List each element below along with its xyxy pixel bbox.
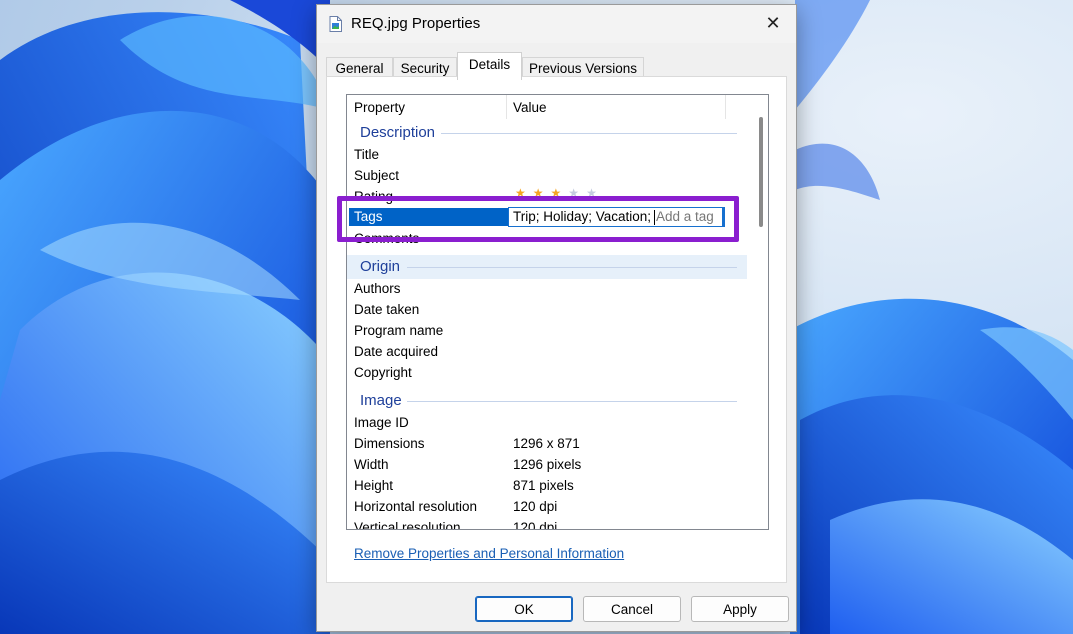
group-origin[interactable]: Origin xyxy=(347,255,747,279)
group-divider xyxy=(407,267,737,268)
property-copyright[interactable]: Copyright xyxy=(354,365,412,380)
value-horizontal-resolution: 120 dpi xyxy=(513,499,558,514)
group-label: Origin xyxy=(360,258,401,275)
details-panel: Property Value Description Title Subject… xyxy=(326,76,787,583)
cancel-button[interactable]: Cancel xyxy=(583,596,681,622)
ok-button[interactable]: OK xyxy=(475,596,573,622)
property-subject[interactable]: Subject xyxy=(354,168,399,183)
property-authors[interactable]: Authors xyxy=(354,281,401,296)
close-icon: ✕ xyxy=(765,12,781,33)
tab-details[interactable]: Details xyxy=(457,52,522,80)
group-image[interactable]: Image xyxy=(347,389,747,413)
value-vertical-resolution: 120 dpi xyxy=(513,520,558,530)
property-title[interactable]: Title xyxy=(354,147,379,162)
property-dimensions[interactable]: Dimensions xyxy=(354,436,425,451)
vertical-scrollbar[interactable] xyxy=(752,95,768,529)
column-value[interactable]: Value xyxy=(513,100,547,115)
value-dimensions: 1296 x 871 xyxy=(513,436,580,451)
remove-properties-link[interactable]: Remove Properties and Personal Informati… xyxy=(354,546,624,561)
group-divider xyxy=(441,133,737,134)
column-header: Property Value xyxy=(347,95,752,119)
group-description[interactable]: Description xyxy=(347,121,747,145)
property-horizontal-resolution[interactable]: Horizontal resolution xyxy=(354,499,477,514)
annotation-highlight-box xyxy=(337,196,739,242)
property-program-name[interactable]: Program name xyxy=(354,323,443,338)
column-divider[interactable] xyxy=(725,95,726,119)
properties-dialog: REQ.jpg Properties ✕ General Security De… xyxy=(316,4,797,632)
property-image-id[interactable]: Image ID xyxy=(354,415,409,430)
window-title: REQ.jpg Properties xyxy=(351,15,481,32)
apply-button[interactable]: Apply xyxy=(691,596,789,622)
value-height: 871 pixels xyxy=(513,478,574,493)
group-label: Description xyxy=(360,124,436,141)
property-width[interactable]: Width xyxy=(354,457,389,472)
value-width: 1296 pixels xyxy=(513,457,582,472)
group-label: Image xyxy=(360,392,402,409)
column-property[interactable]: Property xyxy=(354,100,405,115)
group-divider xyxy=(407,401,737,402)
property-list[interactable]: Property Value Description Title Subject… xyxy=(346,94,769,530)
property-date-taken[interactable]: Date taken xyxy=(354,302,419,317)
image-file-icon xyxy=(329,16,342,32)
scrollbar-thumb[interactable] xyxy=(759,117,763,227)
property-height[interactable]: Height xyxy=(354,478,393,493)
property-date-acquired[interactable]: Date acquired xyxy=(354,344,438,359)
title-bar: REQ.jpg Properties ✕ xyxy=(317,5,796,43)
close-button[interactable]: ✕ xyxy=(750,5,796,41)
property-vertical-resolution[interactable]: Vertical resolution xyxy=(354,520,461,529)
column-divider[interactable] xyxy=(506,95,507,119)
